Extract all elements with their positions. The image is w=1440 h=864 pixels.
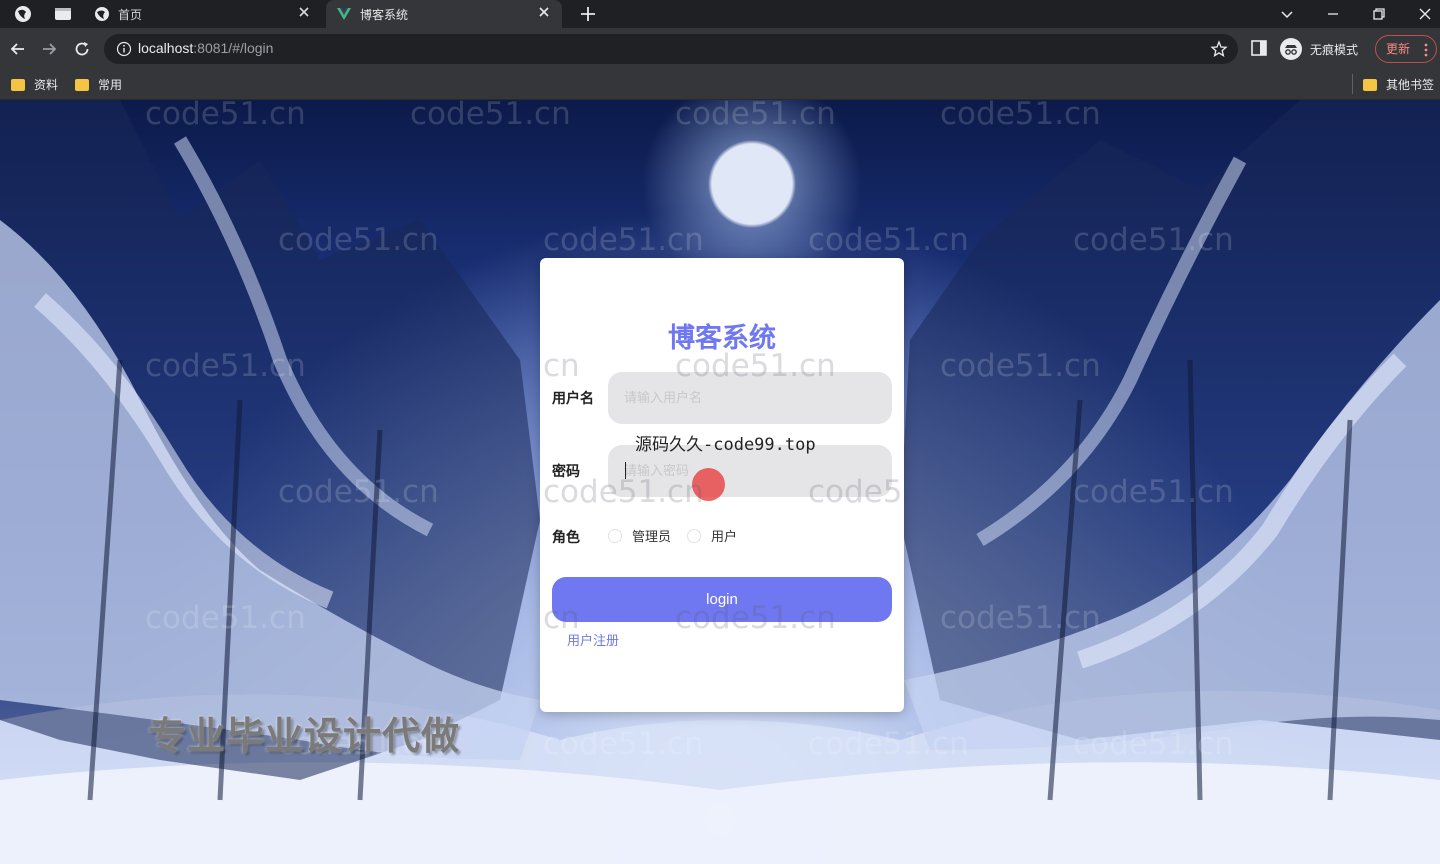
role-radio-group: 管理员 用户 [608,526,753,545]
password-label: 密码 [552,464,580,480]
bookmark-label: 资料 [34,78,59,92]
restore-icon[interactable] [1369,4,1389,24]
incognito-indicator[interactable]: 无痕模式 [1280,36,1358,62]
mouse-cursor-highlight [692,468,725,501]
role-label: 角色 [552,530,580,546]
bookmarks-divider [1352,74,1353,94]
forward-arrow-icon[interactable] [39,39,59,59]
new-tab-icon[interactable] [578,4,598,24]
register-link[interactable]: 用户注册 [567,630,619,649]
vue-logo-icon [337,8,351,20]
url-text: localhost:8081/#/login [138,40,273,56]
incognito-label: 无痕模式 [1310,42,1359,57]
tab-blog-system[interactable]: 博客系统 [326,0,562,28]
back-arrow-icon[interactable] [8,39,28,59]
close-window-icon[interactable] [1415,4,1435,24]
tab-title: 博客系统 [360,8,409,22]
update-button[interactable]: 更新 [1375,35,1437,63]
tab-title: 首页 [118,8,143,22]
tab-home[interactable]: 首页 [84,0,322,28]
reload-icon[interactable] [72,39,92,59]
login-button[interactable]: login [552,577,892,622]
promo-caption: 专业毕业设计代做 [148,714,461,758]
globe-icon[interactable] [14,5,32,23]
other-bookmarks[interactable]: 其他书签 [1363,76,1434,93]
close-icon[interactable] [296,4,312,20]
more-vert-icon[interactable] [1424,43,1428,57]
username-input[interactable] [608,372,892,424]
bookmark-label: 常用 [98,78,123,92]
bookmark-folder-ziliao[interactable]: 资料 [11,76,58,93]
folder-icon [11,78,25,91]
address-bar[interactable]: localhost:8081/#/login [104,34,1238,64]
url-host: localhost [138,40,194,56]
tab-search-icon[interactable] [54,5,72,23]
username-label: 用户名 [552,391,594,407]
login-card: 博客系统 用户名 密码 角色 管理员 用户 login 用户注册 源码久久-co… [540,258,904,712]
minimize-icon[interactable] [1323,4,1343,24]
role-option-label[interactable]: 管理员 [632,526,671,545]
page-title: 博客系统 [668,323,776,354]
role-radio-user[interactable] [687,528,702,543]
role-option-label[interactable]: 用户 [711,526,737,545]
other-bookmarks-label: 其他书签 [1386,78,1435,92]
star-icon[interactable] [1210,40,1228,58]
login-page: code51.cn code51.cn code51.cn code51.cn … [0,100,1440,864]
url-path: :8081/#/login [193,40,274,56]
browser-tab-strip: 首页 博客系统 [0,0,1440,28]
side-panel-icon[interactable] [1250,39,1268,57]
info-icon[interactable] [116,41,132,57]
update-label: 更新 [1386,42,1411,56]
globe-icon [95,7,109,21]
text-caret [625,462,626,479]
incognito-icon [1280,38,1302,60]
folder-icon [75,78,89,91]
chevron-down-icon[interactable] [1277,4,1297,24]
bookmarks-bar: 资料 常用 其他书签 [0,70,1440,100]
close-icon[interactable] [536,4,552,20]
bookmark-folder-changyong[interactable]: 常用 [75,76,122,93]
source-overlay-text: 源码久久-code99.top [635,435,816,455]
role-radio-admin[interactable] [608,528,622,543]
folder-icon [1363,78,1377,91]
